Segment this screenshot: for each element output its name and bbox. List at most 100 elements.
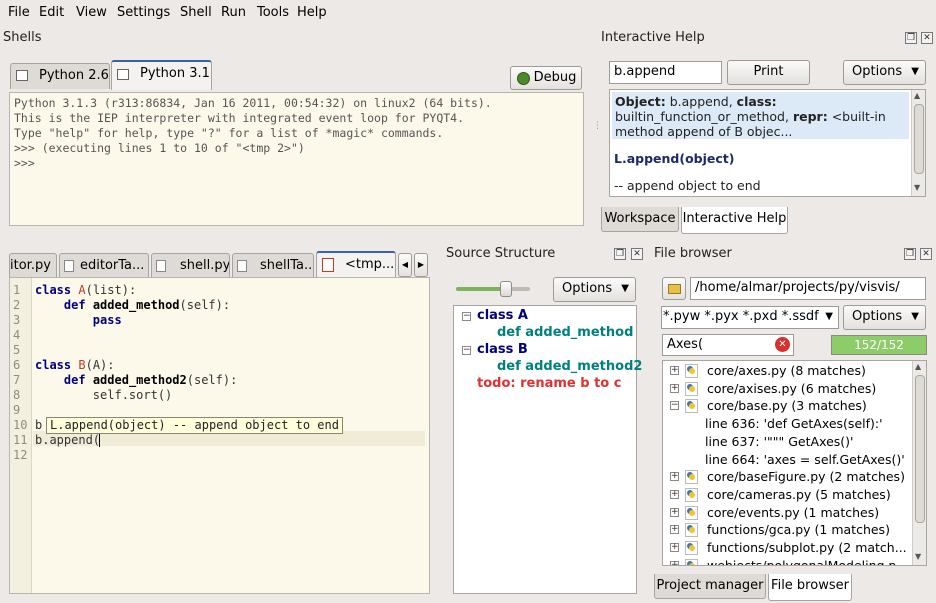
- tab-editor-py[interactable]: itor.py: [9, 253, 57, 279]
- expand-icon[interactable]: +: [670, 489, 679, 499]
- help-signature: L.append(object): [614, 151, 735, 166]
- tab-tmp[interactable]: <tmp...: [316, 251, 396, 279]
- line-number: 1: [13, 283, 21, 297]
- scroll-down-icon[interactable]: ▼: [915, 552, 921, 561]
- expand-icon[interactable]: +: [670, 560, 679, 565]
- scroll-thumb[interactable]: [915, 375, 925, 523]
- class-value: builtin_function_or_method,: [615, 109, 789, 124]
- tab-project-manager[interactable]: Project manager: [654, 574, 766, 599]
- tab-workspace[interactable]: Workspace: [601, 207, 679, 232]
- menu-edit[interactable]: Edit: [39, 5, 64, 20]
- help-query-input[interactable]: b.append: [609, 61, 722, 84]
- menu-tools[interactable]: Tools: [257, 5, 289, 20]
- menu-help[interactable]: Help: [297, 5, 327, 20]
- structure-item-class[interactable]: class A: [477, 308, 528, 323]
- filter-select[interactable]: *.pyw *.pyx *.pxd *.ssdf ▼: [661, 306, 839, 329]
- file-tree-row[interactable]: + webjects/polygonalModeling.p...: [663, 557, 911, 565]
- terminal-icon: [117, 69, 129, 80]
- file-tree-row[interactable]: + core/events.py (1 matches): [663, 504, 911, 522]
- scroll-thumb[interactable]: [914, 104, 924, 174]
- shell-line: Python 3.1.3 (r313:86834, Jan 16 2011, 0…: [14, 96, 492, 110]
- file-match-line[interactable]: line 637: '""" GetAxes()': [663, 433, 911, 451]
- line-number: 12: [13, 448, 28, 462]
- scroll-up-icon[interactable]: ▲: [914, 91, 920, 100]
- code-editor[interactable]: 1 2 3 4 5 6 7 8 9 10 11 12 class A(list)…: [9, 277, 430, 594]
- structure-item-def[interactable]: def added_method: [497, 325, 633, 340]
- path-input[interactable]: /home/almar/projects/py/visvis/: [690, 277, 926, 300]
- menu-shell[interactable]: Shell: [180, 5, 212, 20]
- tab-file-browser[interactable]: File browser: [768, 574, 852, 601]
- file-tree-scrollbar[interactable]: ▲ ▼: [912, 361, 926, 565]
- tab-python-26[interactable]: Python 2.6: [10, 63, 110, 89]
- line-number: 4: [13, 328, 21, 342]
- shell-output[interactable]: Python 3.1.3 (r313:86834, Jan 16 2011, 0…: [9, 92, 584, 226]
- dropdown-arrow-icon: ▼: [911, 311, 919, 322]
- file-icon: [237, 260, 247, 272]
- structure-item-todo[interactable]: todo: rename b to c: [477, 376, 621, 391]
- scroll-up-icon[interactable]: ▲: [915, 362, 921, 371]
- code-line: def added_method2(self):: [63, 373, 238, 387]
- debug-button[interactable]: Debug: [510, 66, 582, 90]
- code-line: b: [35, 418, 43, 432]
- structure-item-class[interactable]: class B: [477, 342, 528, 357]
- tab-interactive-help[interactable]: Interactive Help: [681, 207, 788, 234]
- zoom-slider-handle[interactable]: [500, 281, 512, 297]
- file-tree: + core/axes.py (8 matches) + core/axises.py…: [662, 360, 927, 566]
- expand-icon[interactable]: +: [670, 383, 679, 393]
- collapse-icon[interactable]: −: [462, 312, 471, 321]
- tab-editor-tabs[interactable]: editorTa...: [59, 253, 149, 279]
- print-button[interactable]: Print: [727, 60, 810, 85]
- close-icon[interactable]: ✕: [921, 32, 933, 44]
- file-match-line[interactable]: line 664: 'axes = self.GetAxes()': [663, 451, 911, 469]
- zoom-slider-fill: [456, 287, 506, 291]
- expand-icon[interactable]: +: [670, 366, 679, 375]
- tab-label: shell.py: [180, 258, 230, 273]
- float-icon[interactable]: ❐: [904, 248, 916, 260]
- close-icon[interactable]: ✕: [920, 248, 932, 260]
- structure-item-def[interactable]: def added_method2: [497, 359, 642, 374]
- collapse-icon[interactable]: −: [670, 401, 679, 411]
- tab-label: itor.py: [10, 258, 51, 273]
- file-tree-row[interactable]: + core/baseFigure.py (2 matches): [663, 468, 911, 486]
- tab-shell-py[interactable]: shell.py: [151, 253, 230, 279]
- file-match-line[interactable]: line 636: 'def GetAxes(self):': [663, 415, 911, 433]
- repr-label: repr:: [792, 109, 828, 124]
- dropdown-arrow-icon: ▼: [621, 283, 629, 294]
- file-options-button[interactable]: Options ▼: [843, 305, 926, 330]
- scroll-down-icon[interactable]: ▼: [914, 183, 920, 192]
- expand-icon[interactable]: +: [670, 507, 679, 517]
- file-tree-row[interactable]: + core/axises.py (6 matches): [663, 380, 911, 398]
- file-tree-row[interactable]: + core/cameras.py (5 matches): [663, 486, 911, 504]
- file-tree-row[interactable]: + functions/subplot.py (2 match...: [663, 539, 911, 557]
- menu-view[interactable]: View: [76, 5, 107, 20]
- object-value: b.append,: [669, 94, 733, 109]
- expand-icon[interactable]: +: [670, 472, 679, 482]
- splitter-handle[interactable]: ⋮: [593, 122, 602, 138]
- file-tree-row[interactable]: − core/base.py (3 matches): [663, 397, 911, 415]
- menu-file[interactable]: File: [8, 5, 30, 20]
- tab-scroll-left-button[interactable]: ◀: [398, 253, 412, 277]
- expand-icon[interactable]: +: [670, 543, 679, 552]
- python-file-icon: [685, 558, 698, 565]
- help-scrollbar[interactable]: ▲ ▼: [911, 90, 925, 196]
- close-icon[interactable]: ✕: [631, 248, 643, 260]
- file-tree-row[interactable]: + core/axes.py (8 matches): [663, 362, 911, 380]
- float-icon[interactable]: ❐: [614, 248, 626, 260]
- python-file-icon: [685, 505, 698, 520]
- collapse-icon[interactable]: −: [462, 346, 471, 355]
- folder-button[interactable]: [662, 277, 686, 300]
- menu-run[interactable]: Run: [221, 5, 246, 20]
- tab-label: <tmp...: [345, 257, 395, 272]
- file-icon: [64, 260, 74, 272]
- code-line: b.append(: [35, 433, 101, 447]
- file-tree-row[interactable]: + functions/gca.py (1 matches): [663, 521, 911, 539]
- structure-options-button[interactable]: Options ▼: [553, 277, 636, 302]
- float-icon[interactable]: ❐: [905, 32, 917, 44]
- clear-search-icon[interactable]: ✕: [775, 337, 790, 352]
- expand-icon[interactable]: +: [670, 525, 679, 535]
- tab-scroll-right-button[interactable]: ▶: [414, 253, 428, 277]
- help-options-button[interactable]: Options ▼: [843, 60, 926, 85]
- menu-settings[interactable]: Settings: [117, 5, 170, 20]
- tab-python-31[interactable]: Python 3.1: [111, 60, 212, 90]
- tab-shell-tabs[interactable]: shellTa...: [232, 253, 314, 279]
